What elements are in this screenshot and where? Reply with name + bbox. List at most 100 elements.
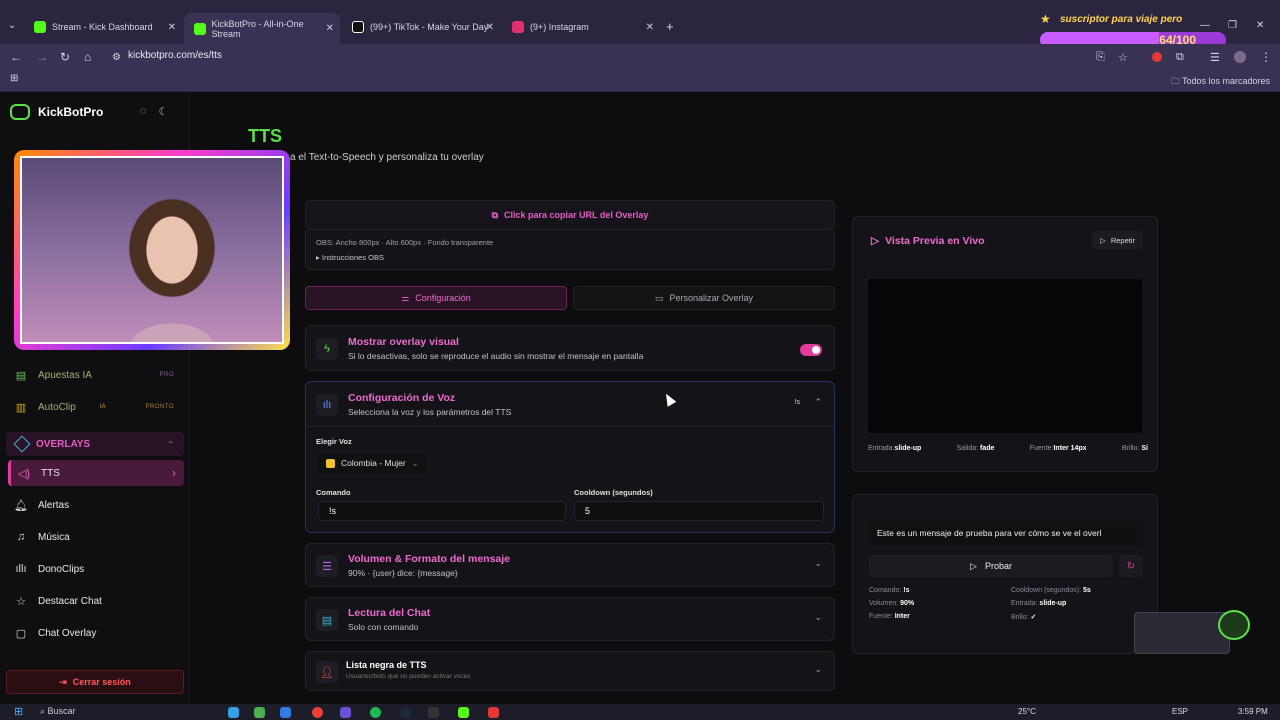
close-tab-icon[interactable]: ✕ <box>168 22 176 33</box>
sidebar-item-donoclips[interactable]: ıllı DonoClips <box>8 556 184 582</box>
chat-reading-section[interactable]: ▤ Lectura del Chat Solo con comando ⌄ <box>305 597 835 641</box>
bookmark-star-icon[interactable]: ☆ <box>1118 51 1128 64</box>
extensions-icon[interactable]: ⧉ <box>1176 51 1184 64</box>
sidebar-item-alertas[interactable]: 🔔︎ Alertas <box>8 492 184 518</box>
tab-instagram[interactable]: (9+) Instagram ✕ <box>502 15 660 39</box>
reading-list-icon[interactable]: ☰ <box>1210 51 1220 64</box>
all-bookmarks[interactable]: 🗀 Todos los marcadores <box>1171 74 1270 90</box>
app-icon[interactable] <box>488 707 499 718</box>
audio-wave-icon: ıllı <box>15 563 27 575</box>
taskbar-search[interactable]: ⌕ Buscar <box>40 706 76 717</box>
kick-favicon-icon <box>34 21 46 33</box>
command-input[interactable]: !s <box>318 501 566 521</box>
folder-icon: 🗀 <box>1170 76 1180 86</box>
weather[interactable]: 25°C <box>1018 707 1036 716</box>
obs-instructions-toggle[interactable]: ▸ Instrucciones OBS <box>316 253 384 262</box>
install-icon[interactable]: ⎘ <box>1096 51 1105 64</box>
voice-select[interactable]: Colombia - Mujer ⌄ <box>318 453 427 473</box>
discord-icon[interactable] <box>340 707 351 718</box>
chat-box-icon: ▢ <box>15 627 27 640</box>
sidebar-group-overlays[interactable]: OVERLAYS ⌃ <box>6 432 184 456</box>
volume-section[interactable]: ☰ Volumen & Formato del mensaje 90% · {u… <box>305 543 835 587</box>
sidebar-item-musica[interactable]: ♫ Música <box>8 524 184 550</box>
blacklist-section[interactable]: 👤︎ Lista negra de TTS Usuarios/bots que … <box>305 651 835 691</box>
page-subtitle: a el Text-to-Speech y personaliza tu ove… <box>290 152 484 163</box>
tab-tiktok[interactable]: (99+) TikTok - Make Your Day ✕ <box>342 15 500 39</box>
obs-icon[interactable] <box>428 707 439 718</box>
home-icon[interactable]: ⌂ <box>84 50 91 64</box>
overlay-visual-toggle[interactable] <box>800 344 822 356</box>
probar-button[interactable]: ▷ Probar <box>869 555 1113 577</box>
copy-overlay-url-button[interactable]: ⧉ Click para copiar URL del Overlay <box>305 200 835 230</box>
windows-start-icon[interactable]: ⊞ <box>14 705 23 718</box>
instagram-favicon-icon <box>512 21 524 33</box>
url-field[interactable]: kickbotpro.com/es/tts <box>128 50 222 61</box>
chat-bubble-icon: ▤ <box>316 609 338 631</box>
logout-button[interactable]: ⇥ Cerrar sesión <box>6 670 184 694</box>
profile-avatar[interactable] <box>1234 51 1246 63</box>
repeat-button[interactable]: ▷ Repetir <box>1092 231 1143 249</box>
command-badge: !s <box>794 399 800 406</box>
chevron-up-icon[interactable]: ⌃ <box>814 397 822 408</box>
sidebar-item-chat-overlay[interactable]: ▢ Chat Overlay <box>8 620 184 646</box>
forward-icon[interactable]: → <box>36 50 48 64</box>
brand[interactable]: KickBotPro <box>10 104 103 120</box>
voice-label: Elegir Voz <box>316 437 352 446</box>
sidebar-item-apuestas-ia[interactable]: ▤ Apuestas IA PRO <box>8 362 184 388</box>
tab-search-icon[interactable]: ⌄ <box>8 20 16 31</box>
close-tab-icon[interactable]: ✕ <box>646 22 654 33</box>
steam-icon[interactable] <box>400 707 411 718</box>
taskbar-search-label: Buscar <box>47 706 76 716</box>
edge-icon[interactable] <box>228 707 239 718</box>
mail-icon[interactable] <box>280 707 291 718</box>
section-title: Configuración de Voz <box>348 392 456 404</box>
reload-icon[interactable]: ↻ <box>60 50 70 64</box>
pro-badge: PRO <box>159 372 174 378</box>
tab-label: Stream - Kick Dashboard <box>52 22 153 32</box>
monitor-icon: ▭ <box>654 292 664 303</box>
spotify-icon[interactable] <box>370 707 381 718</box>
bot-assistant-icon[interactable] <box>1218 610 1250 640</box>
sidebar-item-label: Alertas <box>38 499 70 511</box>
cooldown-label: Cooldown (segundos) <box>574 488 653 497</box>
close-tab-icon[interactable]: ✕ <box>486 22 494 33</box>
sidebar-item-autoclip[interactable]: ▥ AutoClip IA PRONTO <box>8 394 184 420</box>
tab-kick-dashboard[interactable]: Stream - Kick Dashboard ✕ <box>24 15 182 39</box>
xbox-icon[interactable] <box>254 707 265 718</box>
tab-configuracion[interactable]: ⚌ Configuración <box>305 286 567 310</box>
copy-icon: ⧉ <box>491 209 499 220</box>
site-info-icon[interactable]: ⚙ <box>112 52 121 63</box>
windows-taskbar: ⊞ ⌕ Buscar 25°C ESP 3:59 PM <box>0 704 1280 720</box>
sidebar-item-destacar-chat[interactable]: ☆ Destacar Chat <box>8 588 184 614</box>
new-tab-icon[interactable]: + <box>666 19 674 34</box>
tab-personalizar-overlay[interactable]: ▭ Personalizar Overlay <box>573 286 835 310</box>
menu-icon[interactable]: ⋮ <box>1260 50 1272 64</box>
obs-info-panel: OBS: Ancho 800px · Alto 600px · Fondo tr… <box>305 230 835 270</box>
cooldown-input[interactable]: 5 <box>574 501 824 521</box>
floating-chat-widget[interactable] <box>1134 612 1230 654</box>
refresh-button[interactable]: ↻ <box>1119 555 1143 577</box>
theme-toggle-icon[interactable]: ☾ <box>159 105 169 118</box>
sidebar-item-label: AutoClip <box>38 401 76 413</box>
chrome-icon[interactable] <box>312 707 323 718</box>
clock[interactable]: 3:59 PM <box>1238 707 1268 716</box>
close-tab-icon[interactable]: ✕ <box>326 23 334 34</box>
sidebar-item-label: Destacar Chat <box>38 595 102 607</box>
sliders-icon: ☰ <box>316 555 338 577</box>
sliders-icon: ⚌ <box>401 292 410 303</box>
info-glow: Brillo: ✓ <box>1011 614 1037 621</box>
close-window-icon[interactable]: ✕ <box>1256 20 1264 31</box>
settings-icon[interactable]: ◌ <box>140 105 147 118</box>
tab-label: Configuración <box>415 293 471 303</box>
kick-app-icon[interactable] <box>458 707 469 718</box>
group-label: OVERLAYS <box>36 438 91 450</box>
section-subtitle: Solo con comando <box>348 622 419 632</box>
back-icon[interactable]: ← <box>10 50 22 64</box>
apps-grid-icon[interactable]: ⊞ <box>10 73 18 84</box>
language-indicator[interactable]: ESP <box>1172 707 1188 716</box>
settings-tabs: ⚌ Configuración ▭ Personalizar Overlay <box>305 286 835 310</box>
test-message-input[interactable]: Este es un mensaje de prueba para ver có… <box>869 521 1143 545</box>
sidebar-item-tts[interactable]: ◁) TTS › <box>8 460 184 486</box>
extension-icon[interactable] <box>1152 52 1162 62</box>
tab-kickbotpro[interactable]: KickBotPro - All-in-One Stream ✕ <box>184 13 340 44</box>
